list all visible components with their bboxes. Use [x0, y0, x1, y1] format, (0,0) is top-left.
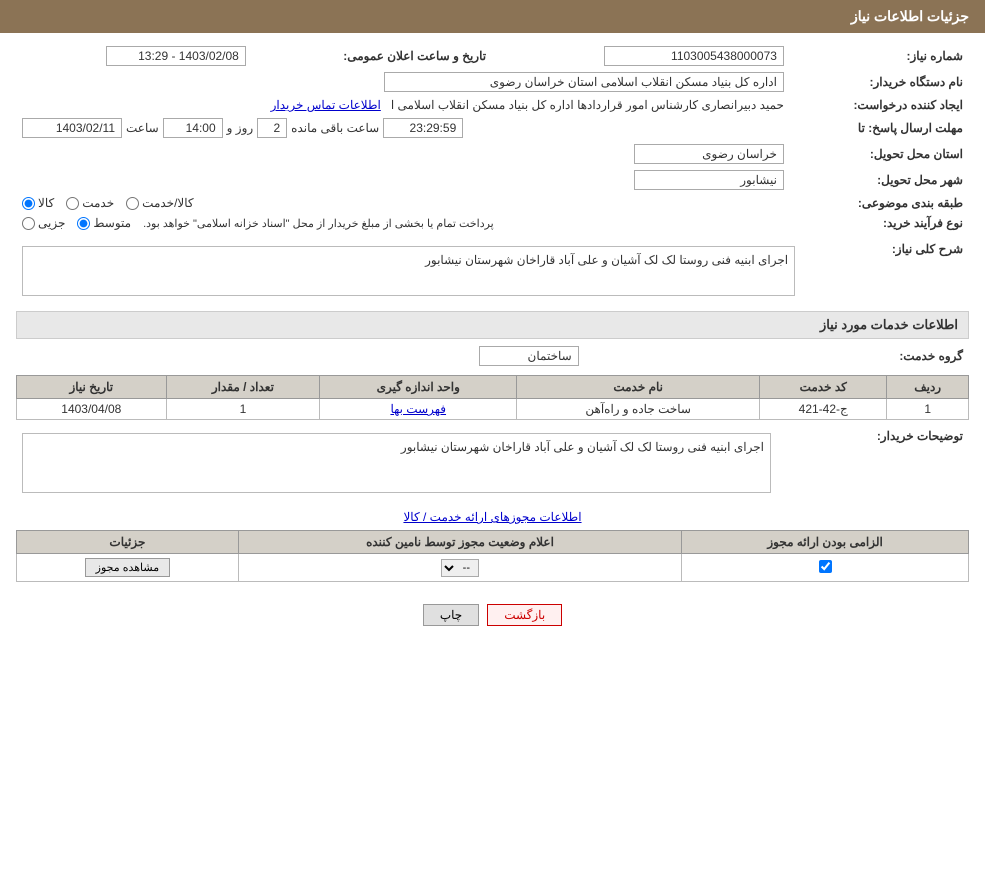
cell-code: ج-42-421 [760, 399, 887, 420]
category-value: کالا/خدمت خدمت کالا [16, 193, 790, 213]
response-deadline-value: 23:29:59 ساعت باقی مانده 2 روز و 14:00 س… [16, 115, 790, 141]
permits-separator[interactable]: اطلاعات مجوزهای ارائه خدمت / کالا [16, 510, 969, 524]
label-delivery-province: استان محل تحویل: [790, 141, 969, 167]
need-number-value: 1103005438000073 [492, 43, 790, 69]
unit-link[interactable]: فهرست بها [390, 402, 446, 416]
days-label: روز و [227, 121, 254, 135]
category-kala-khidmat-label: کالا/خدمت [142, 196, 193, 210]
service-group-table: گروه خدمت: ساختمان [16, 343, 969, 369]
purchase-type-mutawassit-label: متوسط [93, 216, 131, 230]
col-quantity: تعداد / مقدار [166, 376, 320, 399]
delivery-province-value: خراسان رضوی [16, 141, 790, 167]
buyer-notes-label: توضیحات خریدار: [777, 426, 969, 500]
service-group-value: ساختمان [16, 343, 585, 369]
requester-text: حمید دبیرانصاری کارشناس امور قراردادها ا… [391, 98, 784, 112]
need-desc-box: اجرای ابنیه فنی روستا لک لک آشیان و علی … [22, 246, 795, 296]
col-row: ردیف [887, 376, 969, 399]
delivery-city-value: نیشابور [16, 167, 790, 193]
services-section-title: اطلاعات خدمات مورد نیاز [16, 311, 969, 339]
page-title: جزئیات اطلاعات نیاز [851, 8, 969, 24]
time-label: ساعت [126, 121, 159, 135]
purchase-type-mutawassit-radio[interactable] [77, 217, 90, 230]
permits-table: الزامی بودن ارائه مجوز اعلام وضعیت مجوز … [16, 530, 969, 582]
purchase-type-mutawassit[interactable]: متوسط [77, 216, 131, 230]
permit-row: -- مشاهده مجوز [17, 554, 969, 582]
permit-col-details: جزئیات [17, 531, 239, 554]
announcement-datetime-box: 1403/02/08 - 13:29 [106, 46, 246, 66]
buyer-notes-table: توضیحات خریدار: اجرای ابنیه فنی روستا لک… [16, 426, 969, 500]
service-group-box: ساختمان [479, 346, 579, 366]
label-announcement-datetime: تاریخ و ساعت اعلان عمومی: [252, 43, 492, 69]
print-button[interactable]: چاپ [423, 604, 479, 626]
label-delivery-city: شهر محل تحویل: [790, 167, 969, 193]
permit-status-cell: -- [238, 554, 681, 582]
permit-required-checkbox[interactable] [819, 560, 832, 573]
permit-required-cell [682, 554, 969, 582]
category-kala-radio[interactable] [22, 197, 35, 210]
need-number-box: 1103005438000073 [604, 46, 784, 66]
label-buyer-org: نام دستگاه خریدار: [790, 69, 969, 95]
service-group-label: گروه خدمت: [585, 343, 969, 369]
category-khidmat-radio[interactable] [66, 197, 79, 210]
services-data-table: ردیف کد خدمت نام خدمت واحد اندازه گیری ت… [16, 375, 969, 420]
purchase-type-juzyi[interactable]: جزیی [22, 216, 65, 230]
permit-details-cell: مشاهده مجوز [17, 554, 239, 582]
remaining-time-box: 23:29:59 [383, 118, 463, 138]
permit-status-select[interactable]: -- [441, 559, 479, 577]
remaining-days-box: 2 [257, 118, 287, 138]
col-date: تاریخ نیاز [17, 376, 167, 399]
announcement-datetime-value: 1403/02/08 - 13:29 [16, 43, 252, 69]
deadline-time-box: 14:00 [163, 118, 223, 138]
requester-value: حمید دبیرانصاری کارشناس امور قراردادها ا… [16, 95, 790, 115]
label-requester: ایجاد کننده درخواست: [790, 95, 969, 115]
content-area: شماره نیاز: 1103005438000073 تاریخ و ساع… [0, 33, 985, 652]
label-category: طبقه بندی موضوعی: [790, 193, 969, 213]
requester-contact-link[interactable]: اطلاعات تماس خریدار [271, 98, 381, 112]
deadline-date-box: 1403/02/11 [22, 118, 122, 138]
cell-date: 1403/04/08 [17, 399, 167, 420]
category-khidmat[interactable]: خدمت [66, 196, 114, 210]
purchase-type-note: پرداخت تمام یا بخشی از مبلغ خریدار از مح… [143, 217, 494, 230]
category-kala-khidmat[interactable]: کالا/خدمت [126, 196, 193, 210]
category-kala-label: کالا [38, 196, 54, 210]
col-unit: واحد اندازه گیری [320, 376, 517, 399]
back-button[interactable]: بازگشت [487, 604, 562, 626]
main-info-table: شماره نیاز: 1103005438000073 تاریخ و ساع… [16, 43, 969, 233]
permit-col-status: اعلام وضعیت مجوز توسط نامین کننده [238, 531, 681, 554]
category-kala-khidmat-radio[interactable] [126, 197, 139, 210]
footer-buttons: بازگشت چاپ [16, 588, 969, 642]
buyer-org-box: اداره کل بنیاد مسکن انقلاب اسلامی استان … [384, 72, 784, 92]
page-header: جزئیات اطلاعات نیاز [0, 0, 985, 33]
need-description-table: شرح کلی نیاز: اجرای ابنیه فنی روستا لک ل… [16, 239, 969, 303]
cell-quantity: 1 [166, 399, 320, 420]
remaining-suffix: ساعت باقی مانده [291, 121, 379, 135]
category-khidmat-label: خدمت [82, 196, 114, 210]
page-container: جزئیات اطلاعات نیاز شماره نیاز: 11030054… [0, 0, 985, 875]
label-need-number: شماره نیاز: [790, 43, 969, 69]
label-response-deadline: مهلت ارسال پاسخ: تا [790, 115, 969, 141]
buyer-org-value: اداره کل بنیاد مسکن انقلاب اسلامی استان … [16, 69, 790, 95]
cell-unit: فهرست بها [320, 399, 517, 420]
permit-show-button[interactable]: مشاهده مجوز [85, 558, 170, 577]
label-purchase-type: نوع فرآیند خرید: [790, 213, 969, 233]
purchase-type-juzyi-radio[interactable] [22, 217, 35, 230]
permit-col-required: الزامی بودن ارائه مجوز [682, 531, 969, 554]
col-name: نام خدمت [517, 376, 760, 399]
delivery-city-box: نیشابور [634, 170, 784, 190]
need-desc-label: شرح کلی نیاز: [801, 239, 969, 303]
cell-name: ساخت جاده و راه‌آهن [517, 399, 760, 420]
buyer-notes-box: اجرای ابنیه فنی روستا لک لک آشیان و علی … [22, 433, 771, 493]
col-code: کد خدمت [760, 376, 887, 399]
purchase-type-value: پرداخت تمام یا بخشی از مبلغ خریدار از مح… [16, 213, 790, 233]
category-kala[interactable]: کالا [22, 196, 54, 210]
delivery-province-box: خراسان رضوی [634, 144, 784, 164]
need-desc-value: اجرای ابنیه فنی روستا لک لک آشیان و علی … [16, 239, 801, 303]
purchase-type-juzyi-label: جزیی [38, 216, 65, 230]
cell-row: 1 [887, 399, 969, 420]
buyer-notes-value: اجرای ابنیه فنی روستا لک لک آشیان و علی … [16, 426, 777, 500]
table-row: 1 ج-42-421 ساخت جاده و راه‌آهن فهرست بها… [17, 399, 969, 420]
